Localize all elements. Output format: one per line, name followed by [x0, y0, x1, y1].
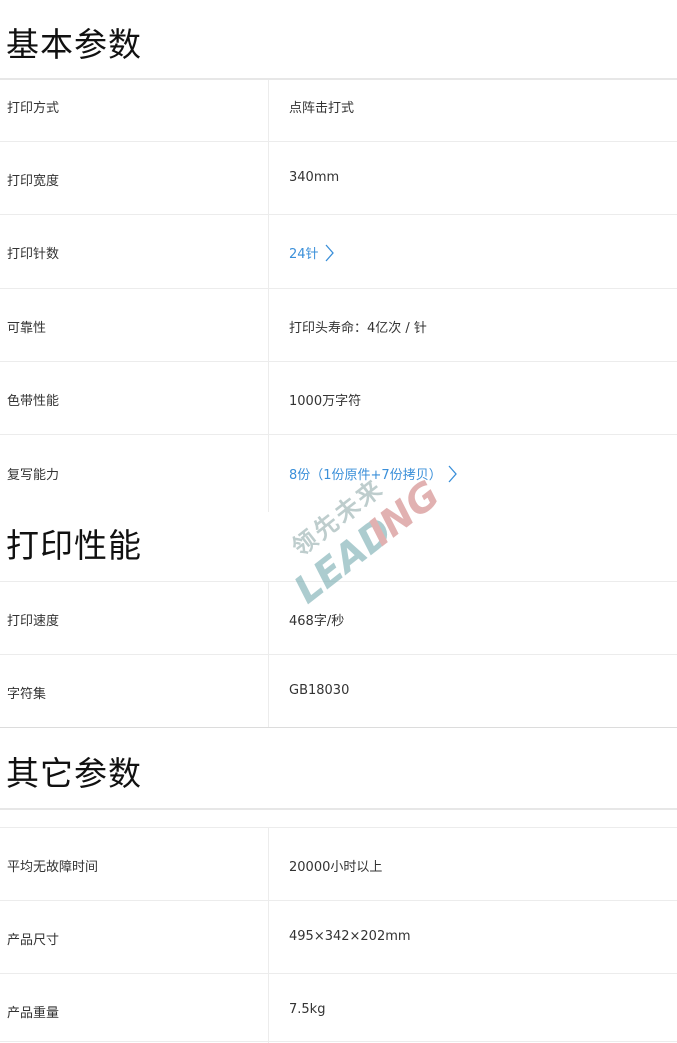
spec-value-mtbf: 20000小时以上	[289, 860, 383, 875]
spec-label-reliability: 可靠性	[7, 321, 47, 336]
spec-label-mtbf: 平均无故障时间	[7, 860, 99, 875]
spec-label-print-method: 打印方式	[7, 101, 60, 116]
section-divider	[0, 581, 677, 582]
row-divider	[0, 361, 677, 362]
spec-value-dimensions: 495×342×202mm	[289, 929, 411, 944]
row-divider	[0, 214, 677, 215]
spec-value-print-speed: 468字/秒	[289, 614, 345, 629]
svg-text:领先未来: 领先未来	[287, 473, 389, 562]
spec-label-dimensions: 产品尺寸	[7, 933, 60, 948]
section-divider	[0, 78, 677, 80]
spec-value-print-method: 点阵击打式	[289, 101, 355, 116]
spec-label-ribbon: 色带性能	[7, 394, 60, 409]
row-divider	[0, 973, 677, 974]
spec-label-charset: 字符集	[7, 687, 47, 702]
section-title-basic: 基本参数	[6, 25, 142, 64]
row-divider	[0, 900, 677, 901]
section-title-performance: 打印性能	[6, 526, 142, 565]
section-title-other: 其它参数	[6, 754, 142, 793]
spec-label-print-width: 打印宽度	[7, 174, 60, 189]
spec-value-copy-capability: 8份（1份原件+7份拷贝）	[289, 468, 442, 483]
chevron-right-icon	[448, 465, 457, 482]
spec-value-ribbon: 1000万字符	[289, 394, 362, 409]
row-divider	[0, 288, 677, 289]
spec-label-print-speed: 打印速度	[7, 614, 60, 629]
row-divider	[0, 434, 677, 435]
spec-value-charset: GB18030	[289, 683, 350, 698]
column-divider	[268, 828, 269, 1043]
spec-label-weight: 产品重量	[7, 1006, 60, 1021]
spec-label-pin-count: 打印针数	[7, 247, 60, 262]
spec-link-copy-capability[interactable]: 8份（1份原件+7份拷贝）	[289, 464, 457, 485]
chevron-right-icon	[325, 244, 334, 261]
table-top-border	[0, 827, 677, 828]
spec-value-weight: 7.5kg	[289, 1002, 326, 1017]
spec-link-pin-count[interactable]: 24针	[289, 243, 334, 264]
svg-text:LEAD: LEAD	[286, 509, 401, 612]
section-divider	[0, 727, 677, 728]
section-divider	[0, 808, 677, 810]
column-divider	[268, 80, 269, 512]
spec-value-print-width: 340mm	[289, 170, 340, 185]
spec-value-reliability: 打印头寿命：4亿次 / 针	[289, 321, 427, 336]
row-divider	[0, 141, 677, 142]
spec-value-pin-count: 24针	[289, 247, 319, 262]
spec-label-copy-capability: 复写能力	[7, 468, 60, 483]
row-divider	[0, 654, 677, 655]
row-divider	[0, 1041, 677, 1042]
